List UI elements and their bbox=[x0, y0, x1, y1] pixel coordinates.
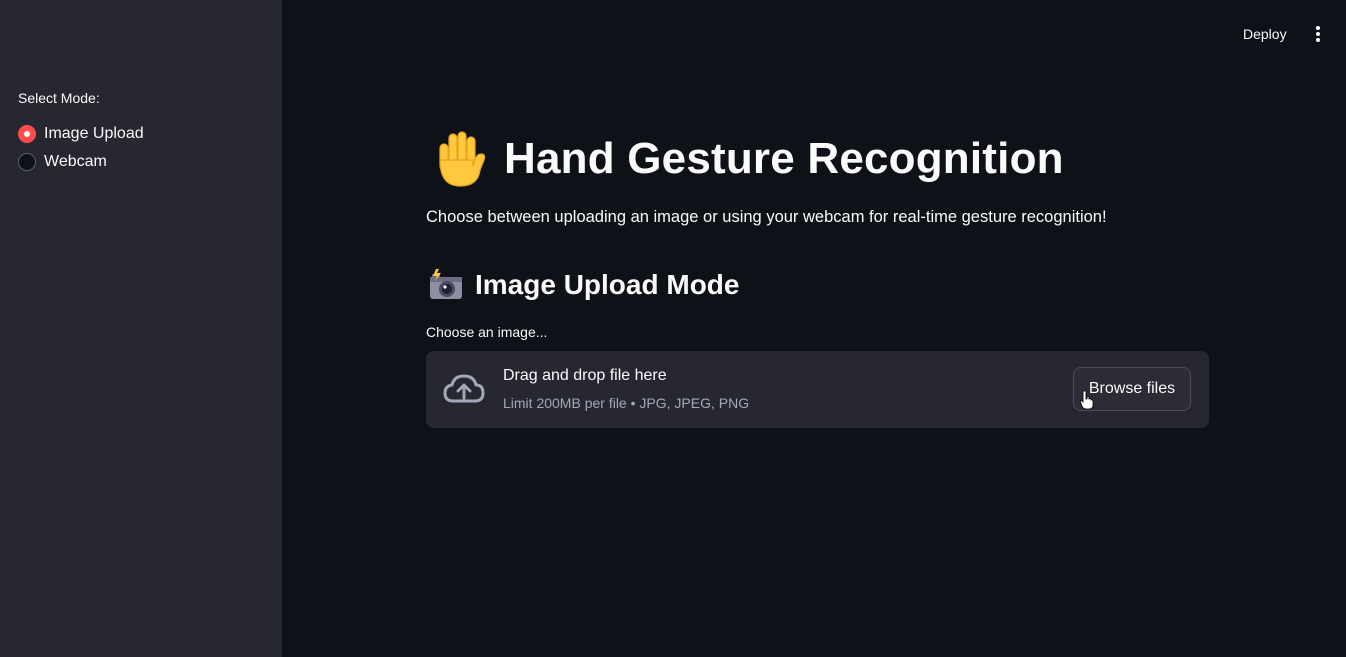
deploy-button[interactable]: Deploy bbox=[1232, 22, 1298, 46]
radio-label-image-upload: Image Upload bbox=[44, 125, 144, 142]
radio-dot bbox=[24, 131, 30, 137]
section-header-row: Image Upload Mode bbox=[428, 265, 739, 305]
radio-option-webcam[interactable]: Webcam bbox=[18, 148, 144, 176]
dropzone-instructions: Drag and drop file here bbox=[503, 367, 667, 384]
radio-unchecked-icon[interactable] bbox=[18, 153, 36, 171]
section-title: Image Upload Mode bbox=[475, 269, 740, 300]
select-mode-label: Select Mode: bbox=[18, 90, 100, 106]
page-title: Hand Gesture Recognition bbox=[504, 134, 1064, 183]
radio-checked-icon[interactable] bbox=[18, 125, 36, 143]
sidebar: Select Mode: Image Upload Webcam bbox=[0, 0, 282, 657]
page-subtitle: Choose between uploading an image or usi… bbox=[426, 208, 1107, 226]
radio-option-image-upload[interactable]: Image Upload bbox=[18, 120, 144, 148]
hand-pointer-cursor-icon bbox=[1080, 390, 1094, 410]
page-title-row: Hand Gesture Recognition bbox=[434, 128, 1064, 190]
radio-label-webcam: Webcam bbox=[44, 153, 107, 170]
cloud-upload-icon bbox=[443, 374, 485, 403]
vertical-ellipsis-icon[interactable] bbox=[1306, 22, 1330, 46]
app: Select Mode: Image Upload Webcam Deploy bbox=[0, 0, 1346, 657]
camera-flash-icon bbox=[430, 269, 462, 299]
mode-radio-group: Image Upload Webcam bbox=[18, 120, 144, 176]
uploader-label: Choose an image... bbox=[426, 324, 548, 340]
file-limit-text: Limit 200MB per file • JPG, JPEG, PNG bbox=[503, 395, 750, 411]
raised-hand-icon bbox=[439, 131, 486, 187]
